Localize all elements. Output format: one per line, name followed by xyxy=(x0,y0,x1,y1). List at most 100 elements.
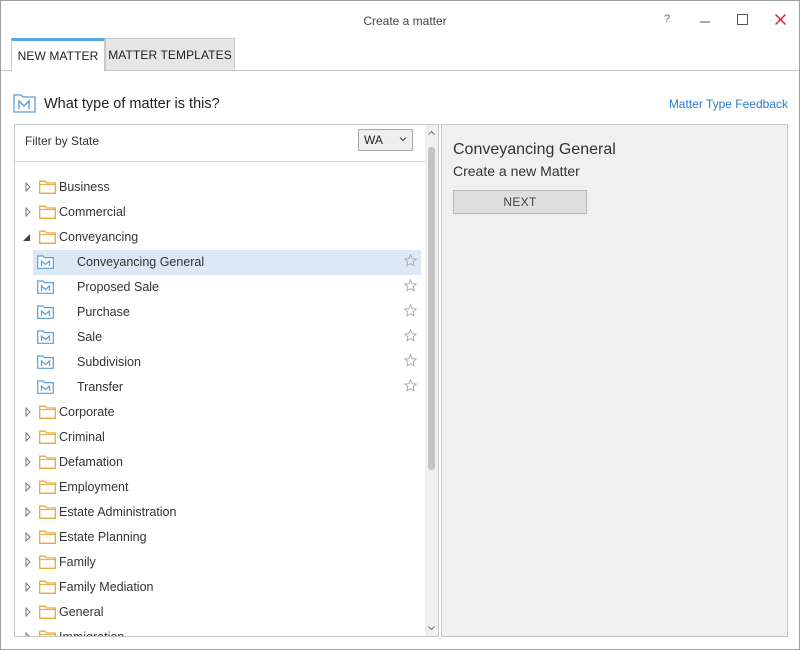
state-dropdown-value: WA xyxy=(364,133,383,147)
chevron-down-icon xyxy=(399,137,407,142)
matter-type-icon xyxy=(37,255,54,269)
favorite-star-icon[interactable] xyxy=(404,354,417,367)
favorite-star-icon[interactable] xyxy=(404,279,417,292)
tree-matter-type-row[interactable]: Sale xyxy=(33,325,421,350)
favorite-star-icon[interactable] xyxy=(404,329,417,342)
expand-caret-icon[interactable] xyxy=(23,182,33,192)
tree-folder-row[interactable]: Family xyxy=(15,550,421,575)
minimize-button[interactable] xyxy=(691,7,719,31)
expand-caret-icon[interactable] xyxy=(23,207,33,217)
maximize-button[interactable] xyxy=(728,7,756,31)
tab-matter-templates[interactable]: MATTER TEMPLATES xyxy=(105,38,235,71)
tree-item-label: Family xyxy=(59,555,96,569)
tree-item-label: Criminal xyxy=(59,430,105,444)
expand-caret-icon[interactable] xyxy=(23,457,33,467)
close-button[interactable] xyxy=(766,7,794,31)
folder-icon xyxy=(39,580,56,594)
tree-item-label: Employment xyxy=(59,480,129,494)
tree-item-label: Defamation xyxy=(59,455,123,469)
tree-matter-type-row[interactable]: Conveyancing General xyxy=(33,250,421,275)
help-icon: ? xyxy=(663,13,671,25)
tree-item-label: Estate Planning xyxy=(59,530,147,544)
scroll-down-icon[interactable] xyxy=(425,622,438,634)
tree-item-label: Transfer xyxy=(77,380,124,394)
scroll-thumb[interactable] xyxy=(428,147,435,470)
collapse-caret-icon[interactable] xyxy=(21,232,31,242)
tree-matter-type-row[interactable]: Subdivision xyxy=(33,350,421,375)
title-bar: Create a matter ? xyxy=(1,1,799,37)
tab-bar: NEW MATTER MATTER TEMPLATES xyxy=(1,37,799,72)
help-button[interactable]: ? xyxy=(653,7,681,31)
matter-type-feedback-link[interactable]: Matter Type Feedback xyxy=(669,97,788,111)
selected-matter-title: Conveyancing General xyxy=(453,141,616,158)
tree-item-label: Immigration xyxy=(59,630,125,637)
expand-caret-icon[interactable] xyxy=(23,407,33,417)
close-icon xyxy=(774,13,786,25)
folder-icon xyxy=(39,555,56,569)
tree-folder-row[interactable]: Estate Administration xyxy=(15,500,421,525)
tree-item-label: Estate Administration xyxy=(59,505,177,519)
folder-icon xyxy=(39,180,56,194)
folder-icon xyxy=(39,530,56,544)
expand-caret-icon[interactable] xyxy=(23,482,33,492)
folder-icon xyxy=(39,205,56,219)
matter-type-icon xyxy=(37,280,54,294)
expand-caret-icon[interactable] xyxy=(23,557,33,567)
tree-folder-row[interactable]: Commercial xyxy=(15,200,421,225)
expand-caret-icon[interactable] xyxy=(23,432,33,442)
tab-new-matter[interactable]: NEW MATTER xyxy=(11,38,105,72)
tree-item-label: Corporate xyxy=(59,405,115,419)
folder-icon xyxy=(39,505,56,519)
folder-icon xyxy=(39,405,56,419)
folder-icon xyxy=(39,630,56,636)
expand-caret-icon[interactable] xyxy=(23,532,33,542)
folder-icon xyxy=(39,230,56,244)
tree-folder-row[interactable]: Criminal xyxy=(15,425,421,450)
filter-row: Filter by State WA xyxy=(15,125,425,162)
folder-icon xyxy=(39,455,56,469)
tree-item-label: Conveyancing General xyxy=(77,255,205,269)
tree-folder-row[interactable]: Employment xyxy=(15,475,421,500)
expand-caret-icon[interactable] xyxy=(23,507,33,517)
tree-item-label: Proposed Sale xyxy=(77,280,160,294)
matter-type-header: What type of matter is this? Matter Type… xyxy=(1,71,799,123)
tree-matter-type-row[interactable]: Proposed Sale xyxy=(33,275,421,300)
favorite-star-icon[interactable] xyxy=(404,304,417,317)
create-matter-window: Create a matter ? NEW MATTER MATTER TEMP… xyxy=(0,0,800,650)
next-button[interactable]: NEXT xyxy=(453,190,587,214)
matter-type-icon xyxy=(37,380,54,394)
state-dropdown[interactable]: WA xyxy=(358,129,413,151)
tree-folder-row[interactable]: Immigration xyxy=(15,625,421,637)
tree-matter-type-row[interactable]: Transfer xyxy=(33,375,421,400)
tree-folder-row[interactable]: Estate Planning xyxy=(15,525,421,550)
tree-folder-row[interactable]: General xyxy=(15,600,421,625)
tree-item-label: General xyxy=(59,605,104,619)
matter-type-icon xyxy=(37,330,54,344)
folder-icon xyxy=(39,480,56,494)
selected-matter-subtitle: Create a new Matter xyxy=(453,163,580,179)
expand-caret-icon[interactable] xyxy=(23,582,33,592)
tree-item-label: Business xyxy=(59,180,110,194)
expand-caret-icon[interactable] xyxy=(23,607,33,617)
tree-folder-row[interactable]: Defamation xyxy=(15,450,421,475)
minimize-icon xyxy=(700,21,710,23)
matter-type-tree-panel: Filter by State WA Business Commercial Con… xyxy=(14,124,439,637)
tree-folder-row[interactable]: Business xyxy=(15,175,421,200)
tree-scrollbar[interactable] xyxy=(425,125,438,636)
tree-folder-row[interactable]: Corporate xyxy=(15,400,421,425)
expand-caret-icon[interactable] xyxy=(23,632,33,637)
tree-matter-type-row[interactable]: Purchase xyxy=(33,300,421,325)
scroll-up-icon[interactable] xyxy=(425,127,438,139)
matter-detail-panel: Conveyancing General Create a new Matter… xyxy=(441,124,788,637)
tree-folder-row[interactable]: Family Mediation xyxy=(15,575,421,600)
matter-type-tree: Business Commercial Conveyancing Conveyanci… xyxy=(15,175,425,637)
tree-folder-row[interactable]: Conveyancing xyxy=(15,225,421,250)
favorite-star-icon[interactable] xyxy=(404,254,417,267)
filter-label: Filter by State xyxy=(25,134,100,148)
page-title: What type of matter is this? xyxy=(44,96,220,112)
matter-type-icon xyxy=(37,305,54,319)
matter-type-icon xyxy=(13,94,36,113)
favorite-star-icon[interactable] xyxy=(404,379,417,392)
maximize-icon xyxy=(736,13,748,25)
tree-item-label: Purchase xyxy=(77,305,130,319)
